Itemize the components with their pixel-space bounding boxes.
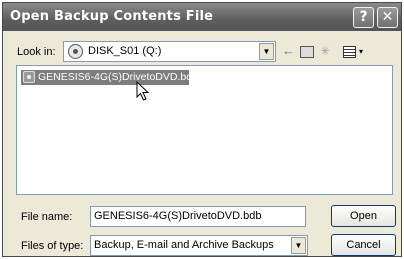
open-button[interactable]: Open <box>331 205 396 227</box>
look-in-dropdown[interactable]: DISK_S01 (Q:) ▼ <box>63 41 276 62</box>
file-type-dropdown[interactable]: Backup, E-mail and Archive Backups ▼ <box>90 235 308 256</box>
mouse-cursor-icon <box>136 81 150 101</box>
chevron-down-icon[interactable]: ▼ <box>259 43 274 60</box>
new-folder-icon[interactable]: ✳ <box>320 43 330 59</box>
close-button[interactable]: ✕ <box>377 7 398 28</box>
back-arrow-icon[interactable]: ← <box>282 43 295 59</box>
list-item[interactable]: GENESIS6-4G(S)DrivetoDVD.bdb <box>21 70 198 85</box>
dialog-title: Open Backup Contents File <box>10 9 214 24</box>
file-type-value: Backup, E-mail and Archive Backups <box>94 239 274 251</box>
file-name-input[interactable]: GENESIS6-4G(S)DrivetoDVD.bdb <box>90 206 306 227</box>
open-backup-dialog: Open Backup Contents File ? ✕ Look in: D… <box>2 2 402 257</box>
file-item-label: GENESIS6-4G(S)DrivetoDVD.bdb <box>38 71 198 83</box>
file-list[interactable]: GENESIS6-4G(S)DrivetoDVD.bdb <box>16 65 393 195</box>
views-dropdown-arrow-icon[interactable]: ▾ <box>359 44 363 60</box>
title-bar[interactable]: Open Backup Contents File ? ✕ <box>3 3 401 31</box>
cancel-button[interactable]: Cancel <box>331 234 396 256</box>
disc-drive-icon <box>68 44 83 59</box>
help-button[interactable]: ? <box>353 7 374 28</box>
views-menu-icon[interactable] <box>343 46 356 58</box>
up-folder-icon[interactable] <box>300 46 314 58</box>
backup-file-icon <box>23 71 35 83</box>
look-in-value: DISK_S01 (Q:) <box>88 45 162 57</box>
chevron-down-icon[interactable]: ▼ <box>291 237 306 254</box>
file-type-label: Files of type: <box>21 240 84 252</box>
look-in-label: Look in: <box>17 46 56 58</box>
file-name-label: File name: <box>21 211 73 223</box>
